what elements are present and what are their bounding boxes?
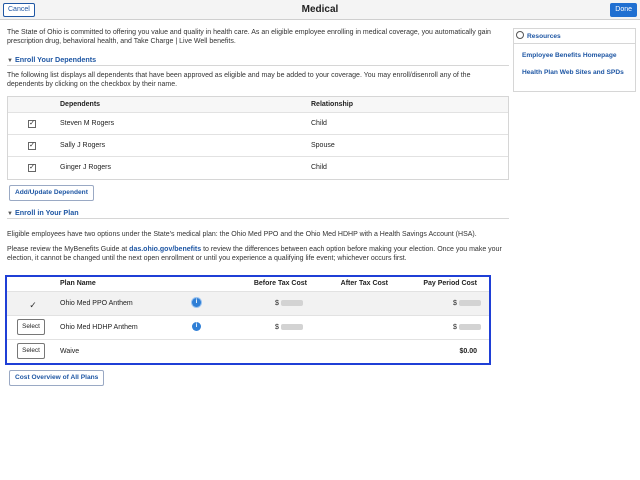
main-content: The State of Ohio is committed to offeri… [7,28,509,46]
column-header-relationship: Relationship [311,101,354,108]
dependents-table: Dependents Relationship ✓ Steven M Roger… [7,96,509,180]
column-header-pay-period: Pay Period Cost [423,280,477,287]
table-header: Plan Name Before Tax Cost After Tax Cost… [7,277,489,292]
triangle-down-icon: ▼ [7,211,13,217]
section-header-dependents[interactable]: ▼ Enroll Your Dependents [7,55,509,66]
dependent-relationship: Child [311,164,327,171]
table-row: ✓ Steven M Rogers Child [8,113,508,135]
dependents-description: The following list displays all dependen… [7,72,471,88]
cost-overview-button[interactable]: Cost Overview of All Plans [9,370,105,386]
before-tax-cost: $ [275,300,303,307]
section-header-plan[interactable]: ▼ Enroll in Your Plan [7,208,509,219]
section-title: Enroll in Your Plan [14,208,79,217]
dependent-name[interactable]: Ginger J Rogers [60,164,111,171]
top-bar: Cancel Medical Done [0,0,640,20]
employee-benefits-homepage-link[interactable]: Employee Benefits Homepage [522,52,617,59]
info-icon[interactable]: i [192,322,201,331]
column-header-after-tax: After Tax Cost [340,280,388,287]
triangle-down-icon: ▼ [7,58,13,64]
dependent-checkbox[interactable]: ✓ [28,164,36,172]
dependent-relationship: Child [311,120,327,127]
plan-name: Ohio Med HDHP Anthem [60,324,138,331]
plan-description: Eligible employees have two options unde… [7,231,477,238]
before-tax-cost: $ [275,324,303,331]
page-title: Medical [301,4,339,15]
plan-name: Waive [60,348,80,355]
add-update-dependent-button[interactable]: Add/Update Dependent [9,185,94,201]
plan-row: Select Ohio Med HDHP Anthem i $ $ [7,316,489,340]
table-row: ✓ Sally J Rogers Spouse [8,135,508,157]
health-plan-websites-link[interactable]: Health Plan Web Sites and SPDs [522,69,624,76]
checkmark-icon: ✓ [29,300,37,310]
pay-period-cost: $0.00 [459,348,477,355]
table-row: ✓ Ginger J Rogers Child [8,157,508,179]
select-plan-button[interactable]: Select [17,319,45,335]
intro-text: The State of Ohio is committed to offeri… [7,29,491,45]
dependent-checkbox[interactable]: ✓ [28,120,36,128]
plan-row: Select Waive $0.00 [7,340,489,364]
column-header-plan-name: Plan Name [60,280,96,287]
plan-table: Plan Name Before Tax Cost After Tax Cost… [5,275,491,365]
table-header: Dependents Relationship [8,97,508,113]
column-header-dependents: Dependents [60,101,101,108]
resources-header: Resources [516,31,561,41]
guide-text-pre: Please review the MyBenefits Guide at [7,246,130,253]
pay-period-cost: $ [453,324,481,331]
plan-name: Ohio Med PPO Anthem [60,300,133,307]
resources-panel: Resources Employee Benefits Homepage Hea… [513,28,636,92]
dependent-name[interactable]: Sally J Rogers [60,142,105,149]
done-button[interactable]: Done [610,3,637,17]
globe-icon [516,31,524,39]
benefits-guide-link[interactable]: das.ohio.gov/benefits [129,246,201,253]
pay-period-cost: $ [453,300,481,307]
info-icon[interactable]: i [192,298,201,307]
dependent-checkbox[interactable]: ✓ [28,142,36,150]
column-header-before-tax: Before Tax Cost [253,280,307,287]
plan-guide-text: Please review the MyBenefits Guide at da… [7,245,507,263]
select-plan-button[interactable]: Select [17,343,45,359]
dependent-relationship: Spouse [311,142,335,149]
dependent-name[interactable]: Steven M Rogers [60,120,114,127]
resources-title: Resources [527,33,561,40]
divider [514,43,635,44]
plan-row[interactable]: ✓ Ohio Med PPO Anthem i $ $ [7,292,489,316]
section-title: Enroll Your Dependents [14,55,97,64]
